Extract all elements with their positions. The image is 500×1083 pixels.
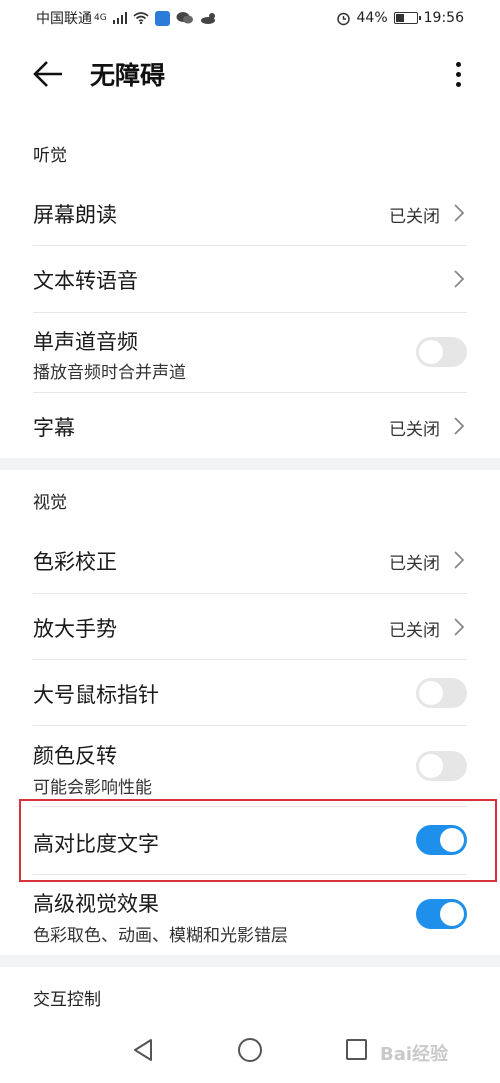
battery-percent: 44% [356, 10, 388, 26]
chevron-right-icon [454, 551, 465, 569]
row-label: 屏幕朗读 [33, 203, 117, 227]
setting-row-magnification[interactable]: 放大手势 已关闭 [0, 594, 500, 659]
row-label: 色彩校正 [33, 550, 117, 574]
row-label: 颜色反转 [33, 744, 117, 768]
chevron-right-icon [454, 618, 465, 636]
chevron-right-icon [454, 204, 465, 222]
chevron-right-icon [454, 417, 465, 435]
toggle-knob [419, 681, 443, 705]
wechat-icon [176, 11, 194, 25]
section-title-hearing: 听觉 [33, 146, 67, 166]
shield-app-icon [154, 10, 170, 26]
nav-recent-icon[interactable] [346, 1039, 367, 1060]
row-subtitle: 色彩取色、动画、模糊和光影错层 [33, 926, 288, 946]
weather-icon [200, 11, 218, 25]
alarm-icon [336, 11, 351, 26]
page-title: 无障碍 [90, 61, 166, 90]
row-subtitle: 播放音频时合并声道 [33, 363, 186, 383]
status-bar: 中国联通 4G 44% 19:56 [0, 0, 500, 36]
app-header: 无障碍 [0, 36, 500, 112]
arrow-left-icon [33, 61, 62, 87]
color-inversion-toggle[interactable] [416, 751, 467, 781]
battery-icon [393, 12, 421, 24]
row-value: 已关闭 [389, 420, 440, 440]
clock: 19:56 [423, 10, 464, 26]
row-label: 字幕 [33, 416, 75, 440]
row-label: 高级视觉效果 [33, 892, 159, 916]
section-gap [0, 458, 500, 470]
nav-back-icon[interactable] [132, 1038, 154, 1062]
nav-home-icon[interactable] [238, 1038, 262, 1062]
signal-icon [112, 12, 127, 24]
highlight-annotation-box [19, 799, 497, 882]
setting-row-advanced-visual-effects: 高级视觉效果 色彩取色、动画、模糊和光影错层 [0, 875, 500, 955]
setting-row-mono-audio: 单声道音频 播放音频时合并声道 [0, 313, 500, 392]
setting-row-text-to-speech[interactable]: 文本转语音 [0, 246, 500, 312]
setting-row-large-pointer: 大号鼠标指针 [0, 660, 500, 725]
advanced-visual-effects-toggle[interactable] [416, 899, 467, 929]
row-subtitle: 可能会影响性能 [33, 778, 152, 798]
section-gap [0, 955, 500, 967]
toggle-knob [419, 340, 443, 364]
setting-row-screen-reader[interactable]: 屏幕朗读 已关闭 [0, 181, 500, 245]
large-pointer-toggle[interactable] [416, 678, 467, 708]
toggle-knob [440, 902, 464, 926]
row-label: 放大手势 [33, 617, 117, 641]
section-title-vision: 视觉 [33, 493, 67, 513]
mono-audio-toggle[interactable] [416, 337, 467, 367]
back-button[interactable] [30, 58, 66, 90]
chevron-right-icon [454, 270, 465, 288]
watermark: Bai经验 [380, 1044, 449, 1065]
wifi-icon [133, 12, 149, 24]
carrier-label: 中国联通 [36, 11, 92, 27]
row-value: 已关闭 [389, 621, 440, 641]
setting-row-captions[interactable]: 字幕 已关闭 [0, 393, 500, 458]
row-label: 文本转语音 [33, 269, 138, 293]
network-type: 4G [94, 13, 107, 23]
setting-row-color-correction[interactable]: 色彩校正 已关闭 [0, 527, 500, 593]
setting-row-color-inversion: 颜色反转 可能会影响性能 [0, 726, 500, 806]
row-label: 大号鼠标指针 [33, 683, 159, 707]
more-options-button[interactable] [446, 56, 470, 92]
row-value: 已关闭 [389, 554, 440, 574]
row-value: 已关闭 [389, 207, 440, 227]
row-label: 单声道音频 [33, 330, 138, 354]
more-vertical-icon [455, 61, 461, 67]
toggle-knob [419, 754, 443, 778]
navigation-bar: Bai经验 [0, 1020, 500, 1083]
section-title-interaction: 交互控制 [33, 990, 101, 1010]
